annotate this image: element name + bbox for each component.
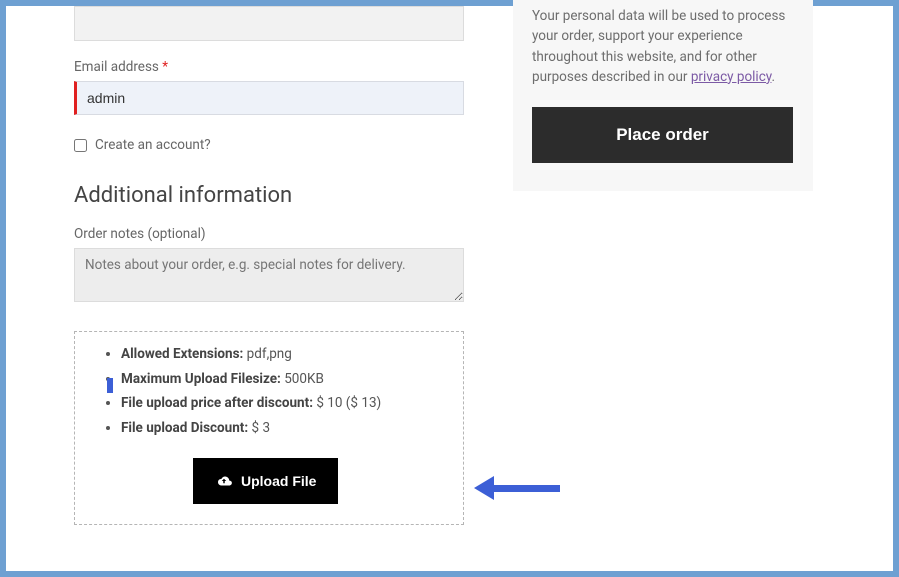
selection-highlight (107, 378, 113, 393)
order-notes-label: Order notes (optional) (74, 226, 464, 242)
create-account-row[interactable]: Create an account? (74, 137, 464, 153)
email-label: Email address * (74, 59, 464, 75)
privacy-notice: Your personal data will be used to proce… (532, 6, 793, 87)
place-order-button[interactable]: Place order (532, 107, 793, 163)
additional-info-heading: Additional information (74, 183, 464, 208)
upload-price-value: $ 10 ($ 13) (313, 395, 381, 411)
max-filesize-value: 500KB (281, 371, 324, 387)
privacy-policy-link[interactable]: privacy policy (691, 69, 772, 85)
allowed-extensions-label: Allowed Extensions: (121, 346, 243, 362)
previous-input-field[interactable] (74, 6, 464, 41)
order-summary-sidebar: Your personal data will be used to proce… (532, 6, 793, 163)
arrow-line (490, 485, 560, 492)
create-account-label: Create an account? (95, 137, 211, 153)
allowed-extensions-item: Allowed Extensions: pdf,png (121, 346, 435, 364)
order-notes-field[interactable] (74, 248, 464, 302)
upload-info-list: Allowed Extensions: pdf,png Maximum Uplo… (103, 346, 435, 437)
upload-discount-label: File upload Discount: (121, 420, 248, 436)
upload-discount-item: File upload Discount: $ 3 (121, 420, 435, 438)
max-filesize-label: Maximum Upload Filesize: (121, 371, 281, 387)
email-label-text: Email address (74, 59, 159, 75)
cloud-upload-icon (215, 474, 233, 488)
annotation-arrow (474, 476, 560, 500)
upload-price-item: File upload price after discount: $ 10 (… (121, 395, 435, 413)
upload-price-label: File upload price after discount: (121, 395, 313, 411)
max-filesize-item: Maximum Upload Filesize: 500KB (121, 371, 435, 389)
create-account-checkbox[interactable] (74, 139, 87, 152)
checkout-page: Email address * Create an account? Addit… (6, 6, 893, 571)
allowed-extensions-value: pdf,png (243, 346, 292, 362)
file-upload-box: Allowed Extensions: pdf,png Maximum Uplo… (74, 331, 464, 525)
upload-button-label: Upload File (241, 473, 316, 489)
billing-form: Email address * Create an account? Addit… (74, 6, 464, 525)
email-field[interactable] (74, 81, 464, 115)
upload-discount-value: $ 3 (248, 420, 270, 436)
required-asterisk: * (162, 59, 168, 75)
upload-file-button[interactable]: Upload File (193, 458, 338, 504)
